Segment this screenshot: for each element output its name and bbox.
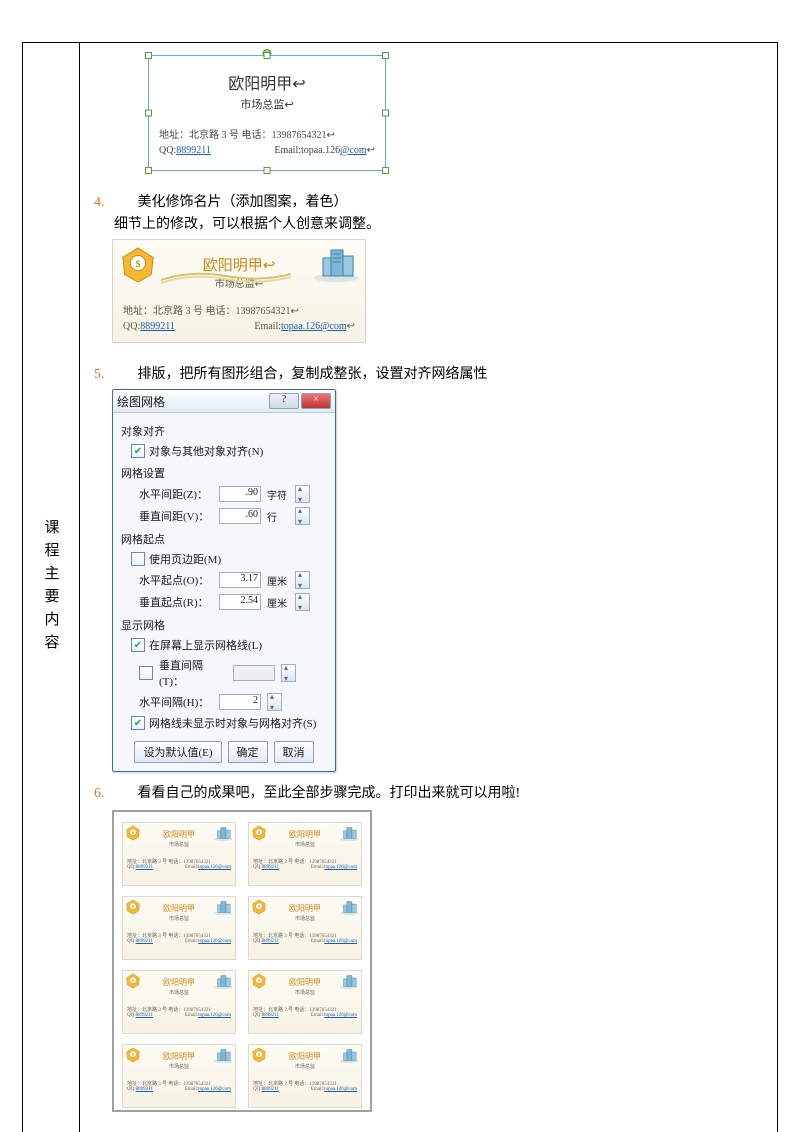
ok-button[interactable]: 确定 [228,741,268,763]
checkbox-icon[interactable]: ✔ [131,716,145,730]
h-origin-field: 水平起点(O)： 3.17 厘米 [121,569,327,591]
svg-text:$: $ [132,1052,134,1057]
print-sheet: $欧阳明甲市场总监地址：北京路 3 号 电话：13987654321QQ:889… [112,810,372,1112]
checkbox-icon[interactable]: ✔ [131,444,145,458]
mini-card: $欧阳明甲市场总监地址：北京路 3 号 电话：13987654321QQ:889… [122,1044,236,1108]
step-5: 5. 排版，把所有图形组合，复制成整张，设置对齐网络属性 [94,363,757,383]
dialog-titlebar[interactable]: 绘图网格 ? × [113,390,335,413]
sheet-row: $欧阳明甲市场总监地址：北京路 3 号 电话：13987654321QQ:889… [122,970,362,1034]
card-info-row: QQ:8899211 Email:topaa.126@com↩ [159,145,375,156]
spinner-icon[interactable] [295,593,310,611]
checkbox-icon[interactable]: ✔ [131,638,145,652]
svg-text:$: $ [132,830,134,835]
v-interval-field: 垂直间隔(T)： [121,655,327,691]
building-icon [313,244,359,282]
svg-text:$: $ [132,978,134,983]
v-interval-input [233,665,275,681]
step-text: 排版，把所有图形组合，复制成整张，设置对齐网络属性 [138,363,488,383]
spinner-icon[interactable] [295,485,310,503]
step-subtext: 细节上的修改，可以根据个人创意来调整。 [114,213,757,233]
default-button[interactable]: 设为默认值(E) [134,741,221,763]
svg-text:$: $ [136,259,141,270]
resize-handle-icon[interactable] [145,52,152,59]
card-name: 欧阳明甲↩ [159,70,375,94]
business-card-decorated: $ 欧阳明甲↩ 市场总监↩ 地址：北京路 3 号 电话：13987654321↩… [112,239,366,343]
h-spacing-input[interactable]: .90 [219,486,261,502]
business-card-plain[interactable]: 欧阳明甲↩ 市场总监↩ 地址：北京路 3 号 电话：13987654321↩ Q… [148,55,386,171]
mini-card: $欧阳明甲市场总监地址：北京路 3 号 电话：13987654321QQ:889… [248,1044,362,1108]
resize-handle-icon[interactable] [382,167,389,174]
svg-text:$: $ [132,904,134,909]
spinner-icon[interactable] [267,693,282,711]
card-title: 市场总监↩ [159,96,375,112]
checkbox-align[interactable]: ✔ 对象与其他对象对齐(N) [121,441,327,461]
v-spacing-input[interactable]: .60 [219,508,261,524]
step-number: 6. [94,786,116,802]
step-text: 美化修饰名片（添加图案，着色） [138,191,348,211]
resize-handle-icon[interactable] [382,52,389,59]
grid-dialog: 绘图网格 ? × 对象对齐 ✔ 对象与其他对象对齐(N) 网格设置 水平间距(Z… [112,389,336,772]
mini-card: $欧阳明甲市场总监地址：北京路 3 号 电话：13987654321QQ:889… [122,970,236,1034]
help-button[interactable]: ? [269,393,299,409]
svg-text:$: $ [258,904,260,909]
sheet-row: $欧阳明甲市场总监地址：北京路 3 号 电话：13987654321QQ:889… [122,896,362,960]
resize-handle-icon[interactable] [382,110,389,117]
section-align-label: 对象对齐 [121,423,327,439]
card-info-row: 地址：北京路 3 号 电话：13987654321↩ [159,126,375,141]
checkbox-icon[interactable] [139,666,153,680]
section-grid-label: 网格设置 [121,465,327,481]
v-spacing-field: 垂直间距(V)： .60 行 [121,505,327,527]
step-6: 6. 看看自己的成果吧，至此全部步骤完成。打印出来就可以用啦! [94,782,757,802]
resize-handle-icon[interactable] [145,110,152,117]
mini-card: $欧阳明甲市场总监地址：北京路 3 号 电话：13987654321QQ:889… [248,896,362,960]
card1-wrap: 欧阳明甲↩ 市场总监↩ 地址：北京路 3 号 电话：13987654321↩ Q… [148,55,386,171]
mini-card: $欧阳明甲市场总监地址：北京路 3 号 电话：13987654321QQ:889… [122,896,236,960]
close-button[interactable]: × [301,393,331,409]
sheet-row: $欧阳明甲市场总监地址：北京路 3 号 电话：13987654321QQ:889… [122,822,362,886]
svg-text:$: $ [258,830,260,835]
checkbox-icon[interactable] [131,552,145,566]
resize-handle-icon[interactable] [264,52,271,59]
content: 欧阳明甲↩ 市场总监↩ 地址：北京路 3 号 电话：13987654321↩ Q… [80,43,777,1132]
svg-text:$: $ [258,978,260,983]
sheet-row: $欧阳明甲市场总监地址：北京路 3 号 电话：13987654321QQ:889… [122,1044,362,1108]
section-show-label: 显示网格 [121,617,327,633]
h-interval-input[interactable]: 2 [219,694,261,710]
spinner-icon[interactable] [295,571,310,589]
cancel-button[interactable]: 取消 [274,741,314,763]
mini-card: $欧阳明甲市场总监地址：北京路 3 号 电话：13987654321QQ:889… [248,822,362,886]
v-origin-input[interactable]: 2.54 [219,594,261,610]
wave-icon [161,270,291,284]
checkbox-snap[interactable]: ✔ 网格线未显示时对象与网格对齐(S) [121,713,327,733]
section-origin-label: 网格起点 [121,531,327,547]
spinner-icon[interactable] [295,507,310,525]
h-origin-input[interactable]: 3.17 [219,572,261,588]
svg-text:$: $ [258,1052,260,1057]
checkbox-margin[interactable]: 使用页边距(M) [121,549,327,569]
resize-handle-icon[interactable] [145,167,152,174]
dialog-title: 绘图网格 [117,393,165,410]
card-info-row: 地址：北京路 3 号 电话：13987654321↩ [123,302,355,317]
card-info-row: QQ:8899211 Email:topaa.126@com↩ [123,321,355,332]
sidebar-label: 课程主要内容 [41,519,62,657]
h-interval-field: 水平间隔(H)： 2 [121,691,327,713]
sidebar: 课程主要内容 [23,43,80,1132]
resize-handle-icon[interactable] [264,167,271,174]
v-origin-field: 垂直起点(R)： 2.54 厘米 [121,591,327,613]
step-number: 4. [94,195,116,211]
coin-icon: $ [119,246,157,287]
step-number: 5. [94,367,116,383]
checkbox-showgrid[interactable]: ✔ 在屏幕上显示网格线(L) [121,635,327,655]
mini-card: $欧阳明甲市场总监地址：北京路 3 号 电话：13987654321QQ:889… [248,970,362,1034]
h-spacing-field: 水平间距(Z)： .90 字符 [121,483,327,505]
dialog-body: 对象对齐 ✔ 对象与其他对象对齐(N) 网格设置 水平间距(Z)： .90 字符… [113,413,335,771]
step-4: 4. 美化修饰名片（添加图案，着色） 细节上的修改，可以根据个人创意来调整。 [94,191,757,233]
mini-card: $欧阳明甲市场总监地址：北京路 3 号 电话：13987654321QQ:889… [122,822,236,886]
spinner-icon [281,664,296,682]
step-text: 看看自己的成果吧，至此全部步骤完成。打印出来就可以用啦! [138,782,521,802]
